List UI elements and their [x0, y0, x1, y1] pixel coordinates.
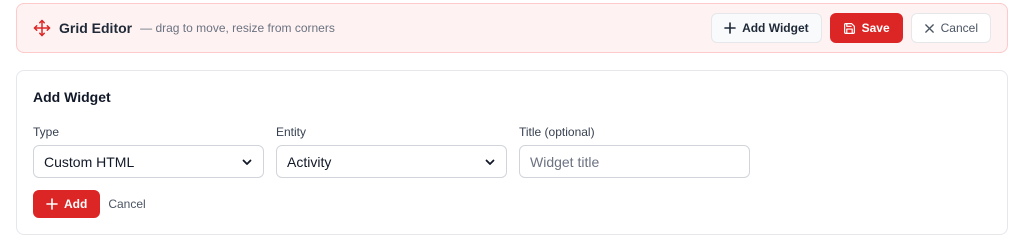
save-icon	[843, 22, 855, 34]
widget-title-input[interactable]: Widget title	[519, 145, 750, 178]
plus-icon	[724, 22, 736, 34]
type-value: Custom HTML	[44, 153, 135, 170]
cancel-label: Cancel	[940, 21, 978, 35]
toolbar-actions: Add Widget Save Cancel	[711, 13, 991, 43]
add-widget-label: Add Widget	[742, 21, 809, 35]
panel-heading: Add Widget	[33, 89, 111, 105]
cancel-button[interactable]: Cancel	[910, 13, 991, 43]
add-widget-button[interactable]: Add Widget	[711, 13, 822, 43]
save-button[interactable]: Save	[829, 13, 903, 43]
plus-icon	[46, 198, 58, 210]
entity-select[interactable]: Activity	[276, 145, 507, 178]
grid-editor-toolbar: Grid Editor — drag to move, resize from …	[16, 3, 1008, 53]
close-icon	[924, 23, 934, 33]
save-label: Save	[861, 21, 890, 35]
title-field: Title (optional) Widget title	[519, 125, 750, 178]
chevron-down-icon	[242, 159, 252, 165]
title-label: Title (optional)	[519, 125, 595, 139]
form-actions: Add Cancel	[33, 190, 991, 218]
entity-field: Entity Activity	[276, 125, 507, 178]
move-icon	[33, 19, 51, 37]
toolbar-hint: — drag to move, resize from corners	[140, 21, 335, 35]
entity-label: Entity	[276, 125, 307, 139]
entity-value: Activity	[287, 153, 332, 170]
type-select[interactable]: Custom HTML	[33, 145, 264, 178]
add-button[interactable]: Add	[33, 190, 101, 218]
form-fields: Type Custom HTML Entity Activity Title (…	[33, 125, 991, 178]
type-field: Type Custom HTML	[33, 125, 264, 178]
form-cancel-link[interactable]: Cancel	[108, 197, 145, 211]
type-label: Type	[33, 125, 60, 139]
add-widget-panel: Add Widget Type Custom HTML Entity Activ…	[16, 70, 1008, 235]
toolbar-title: Grid Editor	[59, 20, 133, 36]
chevron-down-icon	[485, 159, 495, 165]
add-label: Add	[64, 197, 88, 211]
widget-title-placeholder: Widget title	[530, 153, 600, 170]
